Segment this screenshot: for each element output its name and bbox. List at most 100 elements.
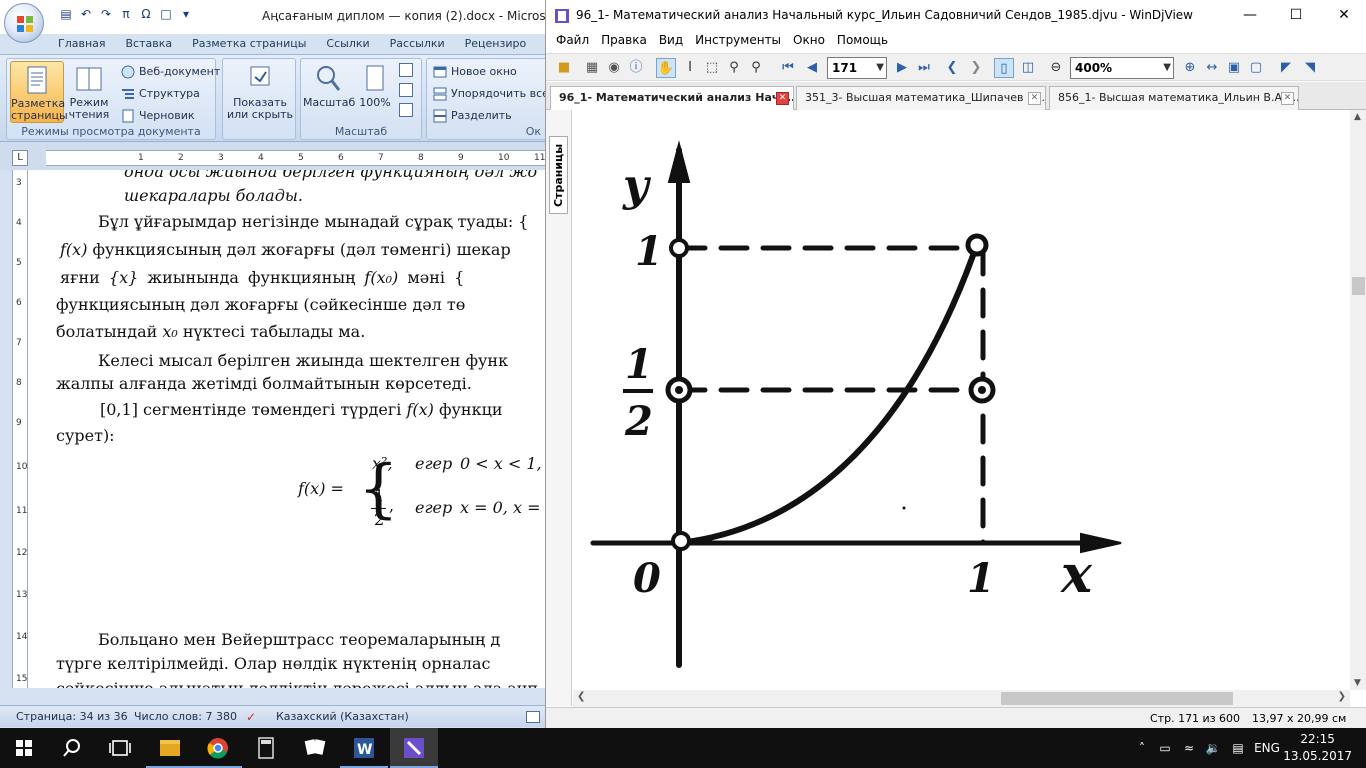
tab-home[interactable]: Главная [48,34,116,54]
view-print-layout-icon[interactable] [526,711,540,723]
minimize-button[interactable]: — [1227,0,1273,31]
menu-edit[interactable]: Правка [595,31,653,51]
redo-icon[interactable]: ↷ [98,6,114,22]
rotate-right-icon[interactable]: ◥ [1300,58,1320,78]
scroll-up-icon[interactable]: ▲ [1354,112,1361,122]
menu-help[interactable]: Помощь [831,31,894,51]
reading-mode-button[interactable]: Режим чтения [67,61,111,123]
find-icon[interactable]: ◉ [604,58,624,78]
taskbar-calculator[interactable] [242,728,290,768]
rotate-left-icon[interactable]: ◤ [1276,58,1296,78]
page-width-buttons[interactable] [399,63,415,123]
notifications-icon[interactable]: ▤ [1228,728,1248,768]
tab-review[interactable]: Рецензиро [455,34,537,54]
split-button[interactable]: Разделить [431,106,512,126]
zoom-in-icon[interactable]: ⊕ [1180,58,1200,78]
close-tab-icon[interactable]: ✕ [1028,92,1041,105]
pi-icon[interactable]: π [118,6,134,22]
status-page[interactable]: Страница: 34 из 36 [16,710,128,723]
outline-button[interactable]: Структура [119,84,200,104]
save-icon[interactable]: ▤ [58,6,74,22]
facing-pages-icon[interactable]: ◫ [1018,58,1038,78]
taskbar-solitaire[interactable] [292,728,340,768]
taskbar-file-explorer[interactable] [146,728,194,768]
back-icon[interactable]: ❮ [942,58,962,78]
page-number-combo[interactable]: 171 ▼ [827,57,887,79]
fit-page-icon[interactable]: ▣ [1224,58,1244,78]
forward-icon[interactable]: ❯ [966,58,986,78]
spellcheck-icon[interactable]: ✓ [246,710,256,724]
scroll-down-icon[interactable]: ▼ [1354,678,1361,688]
magnify-icon[interactable]: ⚲ [746,58,766,78]
tab-page-layout[interactable]: Разметка страницы [182,34,316,54]
print-layout-button[interactable]: Разметка страницы [10,61,68,123]
network-icon[interactable]: ▭ [1156,728,1174,768]
zoom-combo[interactable]: 400% ▼ [1070,57,1174,79]
zoom-out-icon[interactable]: ⊖ [1046,58,1066,78]
tab-references[interactable]: Ссылки [316,34,379,54]
show-hidden-icons[interactable]: ˄ [1134,728,1150,768]
next-page-icon[interactable]: ▶ [892,58,912,78]
fit-width-icon[interactable]: ↔ [1202,58,1222,78]
taskbar-word[interactable]: W [340,728,388,768]
tab-insert[interactable]: Вставка [116,34,183,54]
status-word-count[interactable]: Число слов: 7 380 [134,710,237,723]
vertical-scroll-thumb[interactable] [1352,277,1365,295]
qat-dropdown-icon[interactable]: ▾ [178,6,194,22]
rect-select-icon[interactable]: ⬚ [702,58,722,78]
last-page-icon[interactable]: ⏭ [914,58,934,78]
show-hide-button[interactable]: Показать или скрыть [225,61,295,123]
status-language[interactable]: Казахский (Казахстан) [276,710,409,723]
document-view[interactable]: y 1 1 2 0 1 x [573,110,1350,690]
pages-side-tab[interactable]: Страницы [549,136,568,214]
zoom-button[interactable]: Масштаб [303,61,355,123]
single-page-icon[interactable]: ▯ [994,58,1014,78]
new-window-button[interactable]: Новое окно [431,62,517,82]
taskbar-windjview[interactable] [390,728,438,768]
previous-page-icon[interactable]: ◀ [802,58,822,78]
clock[interactable]: 22:15 13.05.2017 [1283,731,1352,765]
ruler-scale[interactable]: 1 2 3 4 5 6 7 8 9 10 11 [46,150,548,166]
doc-tab-3[interactable]: 856_1- Высшая математика_Ильин В.А, ... … [1049,86,1299,110]
menu-window[interactable]: Окно [787,31,831,51]
close-button[interactable]: ✕ [1321,0,1366,31]
taskbar-chrome[interactable] [194,728,242,768]
web-layout-button[interactable]: Веб-документ [119,62,220,82]
open-folder-icon[interactable]: ■ [554,58,574,78]
close-tab-icon[interactable]: ✕ [776,92,789,105]
scroll-left-icon[interactable]: ❮ [577,691,585,702]
start-button[interactable] [0,728,48,768]
doc-tab-2[interactable]: 351_3- Высшая математика_Шипачев В.... ✕ [796,86,1046,110]
info-icon[interactable]: ⓘ [626,58,646,78]
menu-view[interactable]: Вид [653,31,689,51]
office-button[interactable] [4,3,44,43]
zoom-rect-icon[interactable]: ⚲ [724,58,744,78]
volume-icon[interactable]: 🔉 [1204,728,1222,768]
arrange-all-button[interactable]: Упорядочить все [431,84,549,104]
text-select-icon[interactable]: I [680,58,700,78]
omega-icon[interactable]: Ω [138,6,154,22]
task-view-button[interactable] [96,728,144,768]
menu-tools[interactable]: Инструменты [689,31,787,51]
first-page-icon[interactable]: ⏮ [778,58,798,78]
doc-tab-1[interactable]: 96_1- Математический анализ Нача... ✕ [550,86,794,111]
close-tab-icon[interactable]: ✕ [1281,92,1294,105]
wifi-icon[interactable]: ≈ [1180,728,1198,768]
menu-file[interactable]: Файл [550,31,595,51]
maximize-button[interactable]: ☐ [1273,0,1319,31]
draft-button[interactable]: Черновик [119,106,195,126]
document-page[interactable]: онда осы жиында берілген функцияның дәл … [28,170,548,688]
vertical-scrollbar[interactable]: ▲ ▼ [1350,110,1366,690]
zoom-100-button[interactable]: 100% [355,61,395,123]
print-icon[interactable]: ▦ [582,58,602,78]
horizontal-scroll-thumb[interactable] [1001,692,1233,705]
hand-tool-icon[interactable]: ✋ [656,58,676,78]
language-indicator[interactable]: ENG [1252,728,1282,768]
tab-selector[interactable]: L [12,150,28,166]
search-button[interactable] [48,728,96,768]
scroll-right-icon[interactable]: ❯ [1338,691,1346,702]
horizontal-scrollbar[interactable]: ❮ ❯ [573,690,1350,707]
actual-size-icon[interactable]: ▢ [1246,58,1266,78]
tab-mailings[interactable]: Рассылки [380,34,455,54]
print-preview-icon[interactable]: □ [158,6,174,22]
